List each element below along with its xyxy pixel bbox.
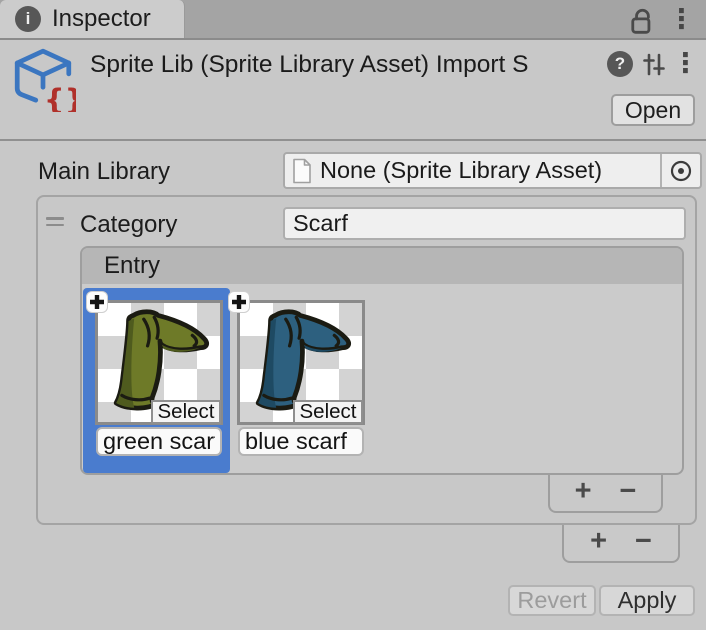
category-name-input[interactable] (283, 207, 686, 240)
entry-name-input-2[interactable] (238, 427, 364, 456)
tab-bar: i Inspector ⋮ (0, 0, 706, 40)
select-sprite-button-2[interactable]: Select (293, 400, 363, 424)
asset-title: Sprite Lib (Sprite Library Asset) Import… (90, 50, 606, 82)
header-separator (0, 139, 706, 141)
category-list-footer: + − (562, 525, 680, 563)
main-library-value: None (Sprite Library Asset) (320, 157, 660, 184)
category-remove-button[interactable]: − (635, 528, 652, 554)
main-library-label: Main Library (38, 158, 170, 186)
help-icon[interactable]: ? (607, 51, 633, 77)
scripted-importer-icon: {} (10, 46, 76, 112)
unlock-icon[interactable] (630, 7, 656, 35)
tab-label: Inspector (52, 5, 151, 33)
info-icon: i (15, 6, 41, 32)
apply-button[interactable]: Apply (599, 585, 695, 616)
tab-menu-icon[interactable]: ⋮ (668, 4, 688, 34)
revert-button[interactable]: Revert (508, 585, 596, 616)
entry-list-footer: + − (548, 475, 663, 513)
drag-handle-icon[interactable] (46, 217, 64, 228)
object-picker-icon (668, 158, 694, 184)
plus-icon (229, 292, 249, 312)
main-library-object-field[interactable]: None (Sprite Library Asset) (283, 152, 702, 189)
plus-icon (87, 292, 107, 312)
select-sprite-button-1[interactable]: Select (151, 400, 221, 424)
svg-text:{}: {} (44, 82, 76, 112)
asset-file-icon (291, 157, 313, 185)
category-add-button[interactable]: + (590, 528, 607, 554)
entry-name-input-1[interactable] (96, 427, 222, 456)
category-label: Category (80, 211, 177, 239)
add-sprite-badge[interactable] (229, 292, 249, 312)
presets-icon[interactable] (641, 51, 667, 77)
entry-add-button[interactable]: + (575, 478, 592, 504)
add-sprite-badge[interactable] (87, 292, 107, 312)
entry-remove-button[interactable]: − (620, 478, 637, 504)
entry-list-header: Entry (82, 248, 682, 284)
tab-inspector[interactable]: i Inspector (0, 0, 185, 38)
header-menu-icon[interactable]: ⋮ (672, 48, 692, 78)
inspector-window: i Inspector ⋮ {} Sprite Lib (Sprite Libr… (0, 0, 706, 630)
open-button[interactable]: Open (611, 94, 695, 126)
object-picker-button[interactable] (660, 154, 700, 187)
